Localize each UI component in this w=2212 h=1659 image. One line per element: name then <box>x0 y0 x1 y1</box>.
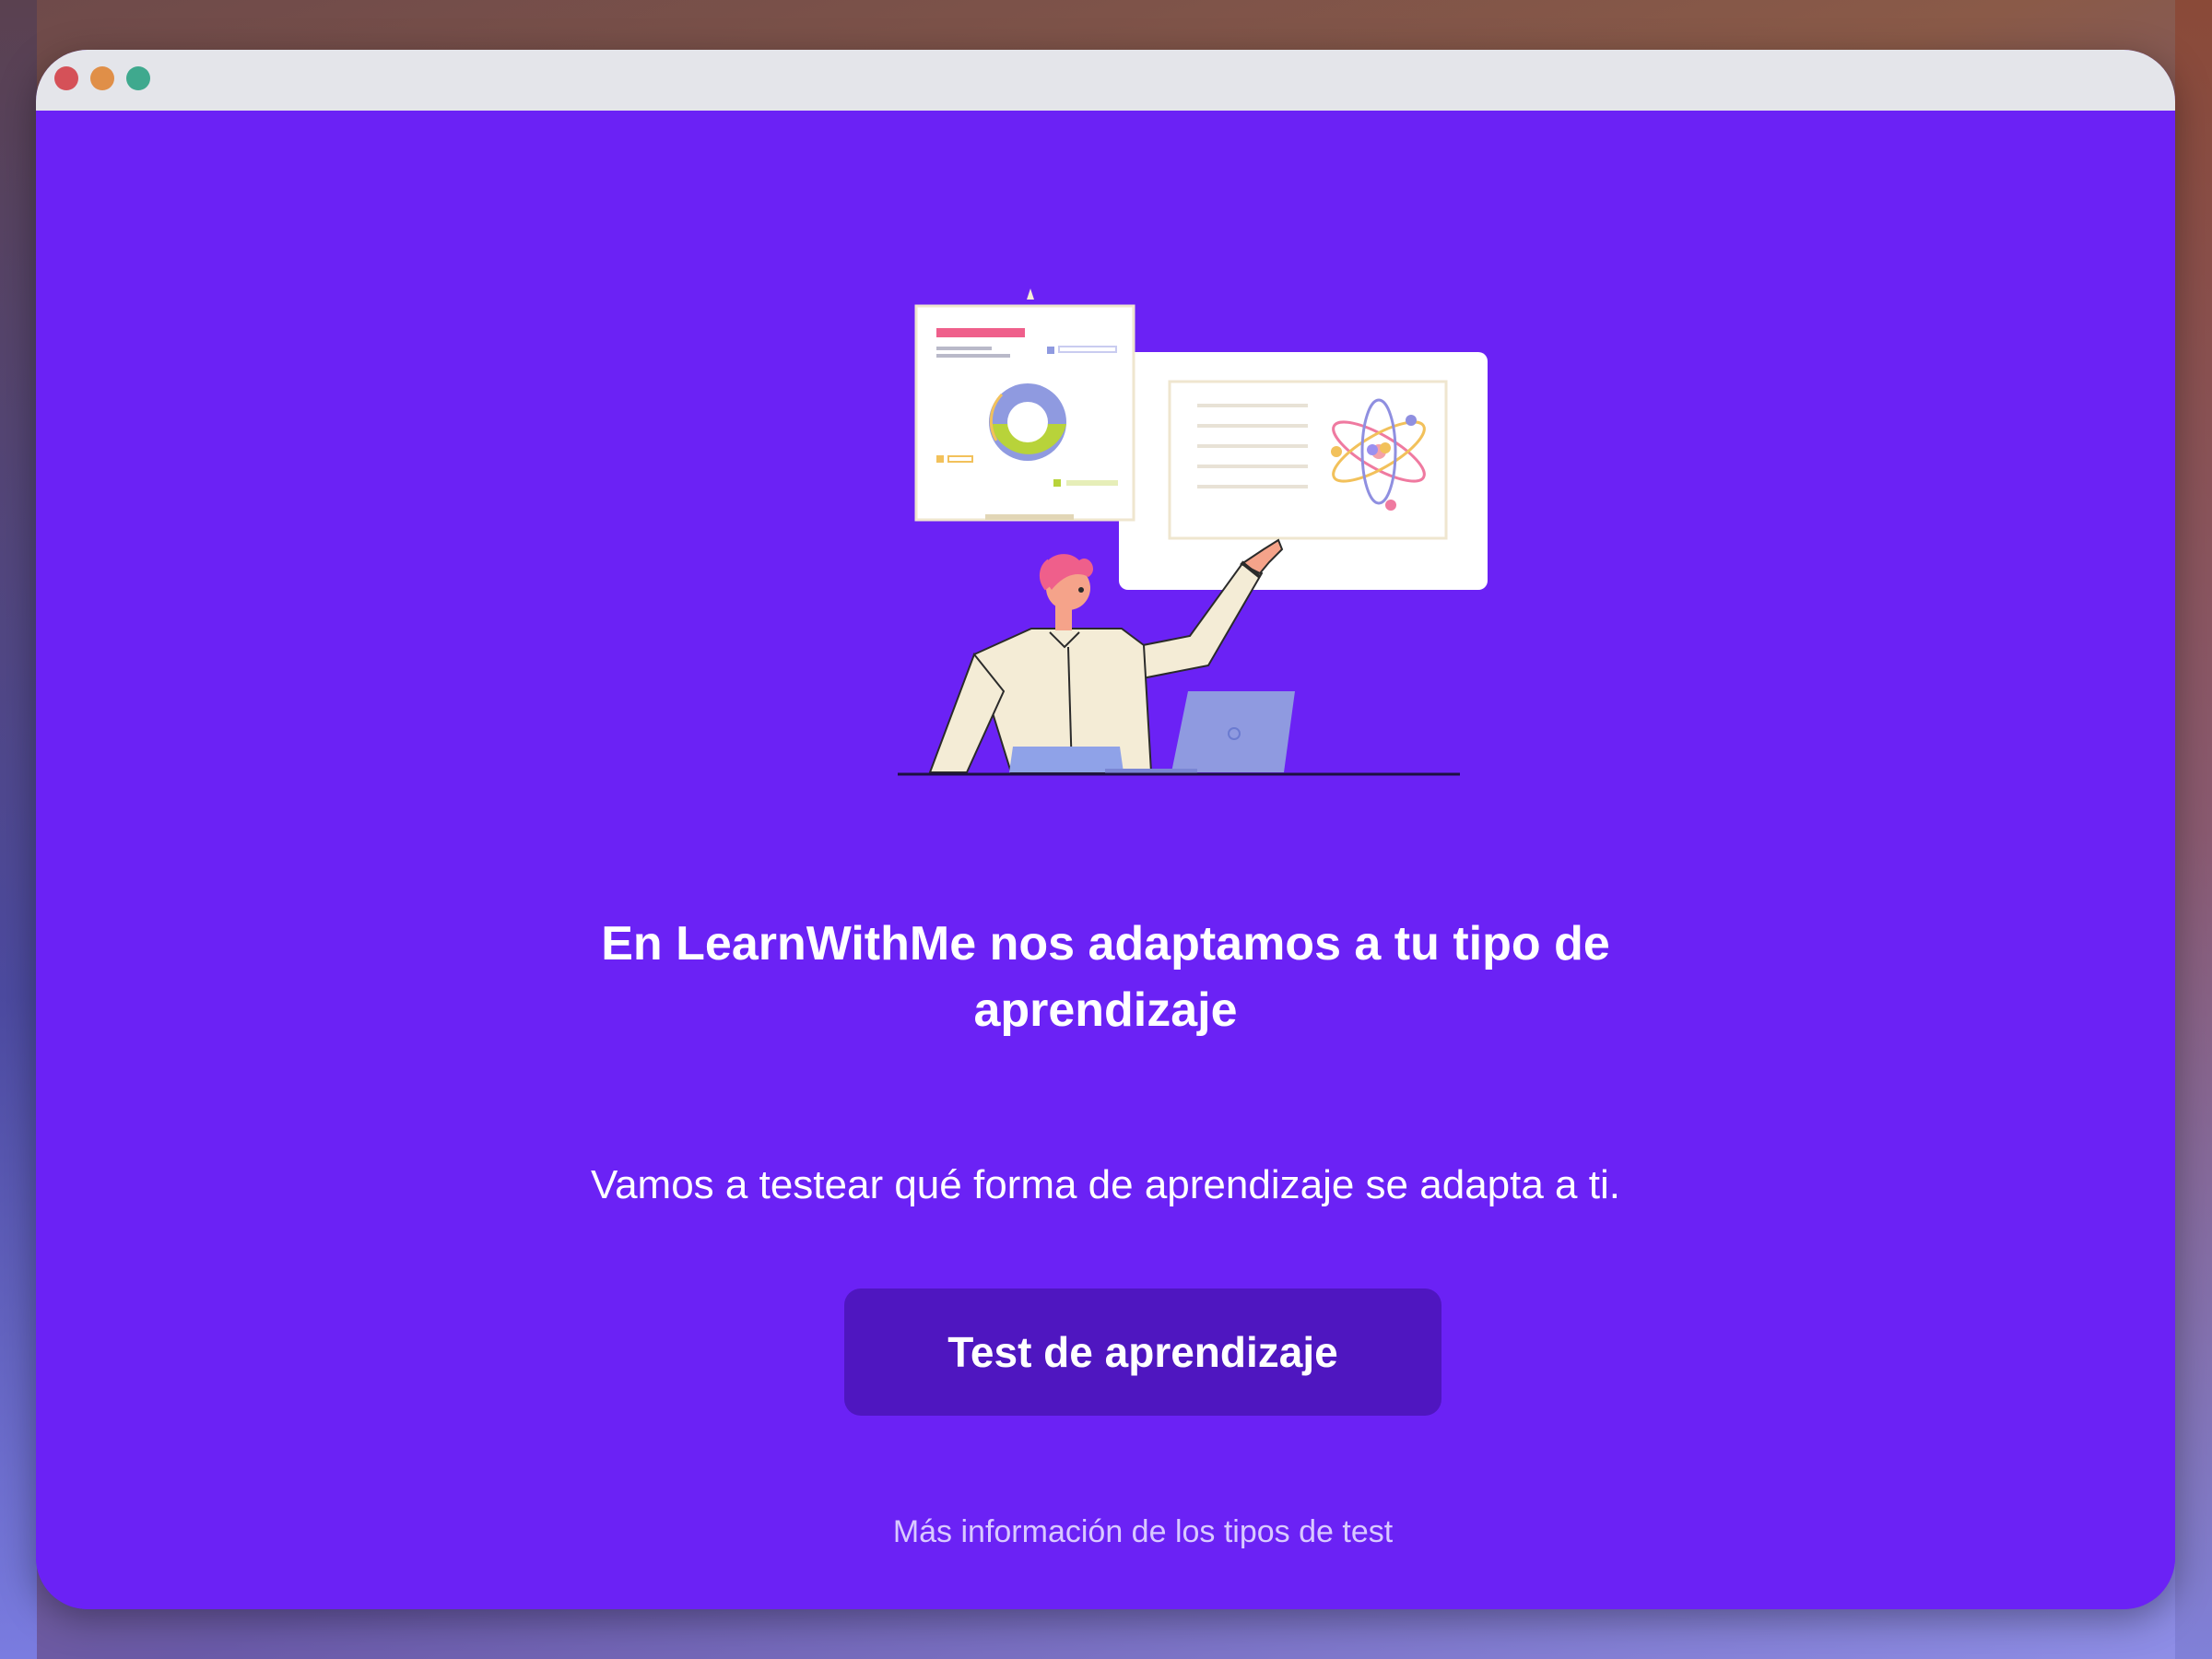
onboarding-screen: En LearnWithMe nos adaptamos a tu tipo d… <box>36 111 2175 1609</box>
onboarding-headline: En LearnWithMe nos adaptamos a tu tipo d… <box>601 917 1610 1037</box>
window-titlebar <box>36 50 2175 111</box>
desktop-backdrop-right <box>2175 0 2212 1659</box>
maximize-window-button[interactable] <box>126 66 150 90</box>
onboarding-subtitle: Vamos a testear qué forma de aprendizaje… <box>591 1162 1620 1207</box>
start-learning-test-button[interactable]: Test de aprendizaje <box>844 1288 1441 1416</box>
desktop-backdrop-left <box>0 0 37 1659</box>
close-window-button[interactable] <box>54 66 78 90</box>
app-window: En LearnWithMe nos adaptamos a tu tipo d… <box>36 50 2175 1609</box>
more-info-test-types-link[interactable]: Más información de los tipos de test <box>773 1512 1512 1552</box>
minimize-window-button[interactable] <box>90 66 114 90</box>
teacher-presenting-illustration <box>898 288 1488 776</box>
